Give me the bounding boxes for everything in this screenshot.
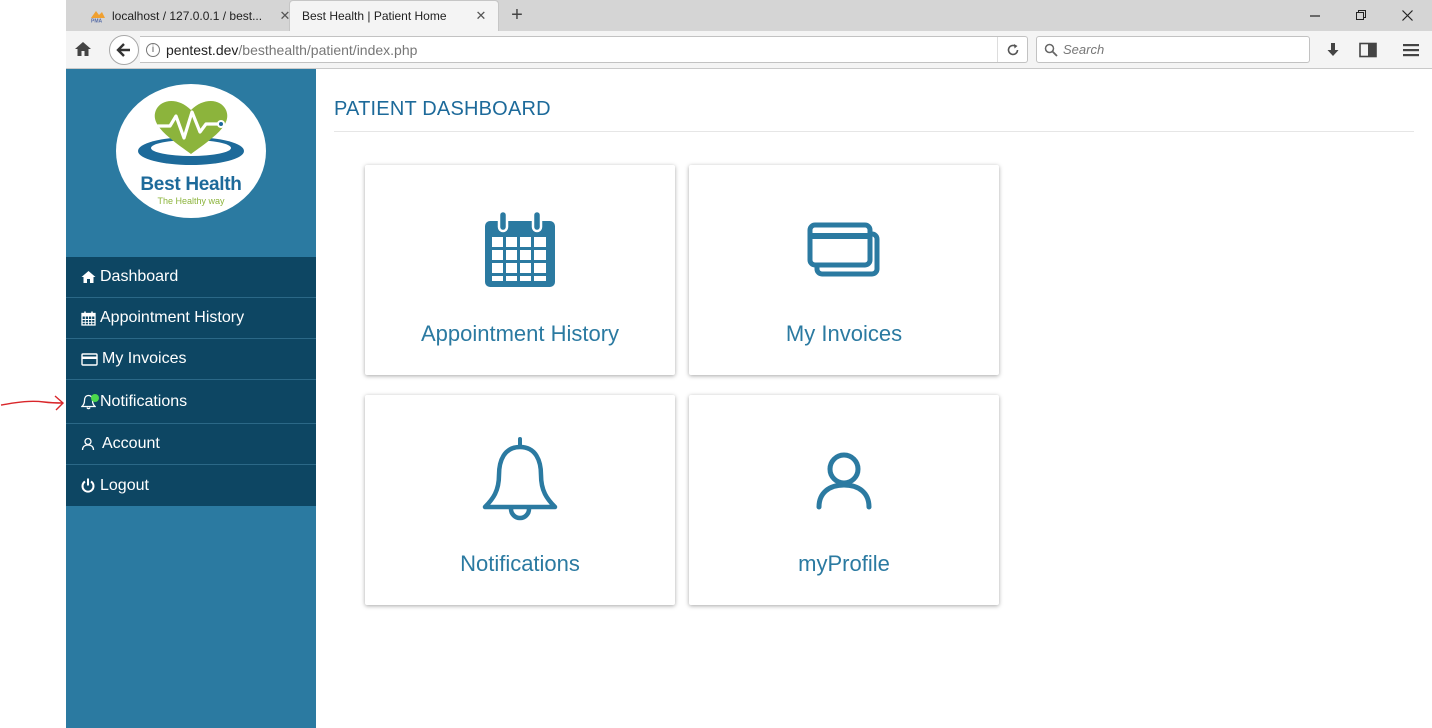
credit-card-icon <box>804 205 884 295</box>
close-icon[interactable]: ✕ <box>472 7 490 25</box>
downloads-icon[interactable] <box>1323 40 1343 60</box>
red-arrow-annotation <box>0 393 66 413</box>
search-bar[interactable] <box>1036 36 1310 63</box>
sidebar-item-label: Notifications <box>100 392 188 410</box>
heart-logo-icon <box>138 100 244 165</box>
screen: PMA localhost / 127.0.0.1 / best... ✕ Be… <box>0 0 1432 728</box>
reload-icon <box>1007 43 1018 55</box>
sidebar-item-label: My Invoices <box>102 350 187 367</box>
browser-tab-bar: PMA localhost / 127.0.0.1 / best... ✕ Be… <box>66 0 1432 31</box>
back-button[interactable] <box>109 35 139 65</box>
sidebar-item-logout[interactable]: Logout <box>66 465 316 506</box>
home-icon[interactable] <box>74 40 94 60</box>
tab-title: Best Health | Patient Home <box>302 9 447 23</box>
home-icon <box>80 269 96 285</box>
card-label: Appointment History <box>420 321 620 346</box>
reload-button[interactable] <box>997 37 1027 62</box>
card-label: Notifications <box>460 551 580 576</box>
phpmyadmin-icon: PMA <box>90 8 106 24</box>
sidebar-item-notifications[interactable]: Notifications <box>66 380 316 424</box>
user-icon <box>80 436 96 452</box>
tab-patient-home[interactable]: Best Health | Patient Home ✕ <box>289 0 499 31</box>
sidebar-item-appointment-history[interactable]: Appointment History <box>66 298 316 339</box>
page-title: PATIENT DASHBOARD <box>334 98 551 120</box>
bell-icon <box>480 435 560 525</box>
sidebar-item-my-invoices[interactable]: My Invoices <box>66 339 316 380</box>
close-window-button[interactable] <box>1384 0 1430 31</box>
browser-nav-bar: i pentest.dev/besthealth/patient/index.p… <box>66 31 1432 69</box>
new-tab-button[interactable]: + <box>506 5 528 27</box>
logo-tagline: The Healthy way <box>157 196 225 206</box>
url-host: pentest.dev <box>166 42 239 58</box>
minimize-button[interactable] <box>1292 0 1338 31</box>
card-label: My Invoices <box>785 321 903 346</box>
card-notifications[interactable]: Notifications <box>365 395 675 605</box>
calendar-icon <box>480 205 560 295</box>
url-text[interactable]: pentest.dev/besthealth/patient/index.php <box>166 42 417 58</box>
search-input[interactable] <box>1063 37 1303 62</box>
sidebar-item-label: Account <box>102 435 160 452</box>
user-icon <box>804 435 884 525</box>
hamburger-menu-icon[interactable] <box>1401 40 1421 60</box>
sidebar-toggle-icon[interactable] <box>1358 40 1378 60</box>
card-my-profile[interactable]: myProfile <box>689 395 999 605</box>
calendar-icon <box>80 310 96 326</box>
sidebar-item-account[interactable]: Account <box>66 424 316 465</box>
restore-button[interactable] <box>1338 0 1384 31</box>
sidebar: Best Health The Healthy way Dashboard Ap… <box>66 69 316 728</box>
tab-title: localhost / 127.0.0.1 / best... <box>112 8 263 23</box>
arrow-left-icon <box>116 43 130 57</box>
sidebar-item-label: Dashboard <box>100 268 179 285</box>
best-health-logo[interactable]: Best Health The Healthy way <box>116 84 266 218</box>
sidebar-item-label: Appointment History <box>100 309 245 326</box>
info-icon[interactable]: i <box>146 43 160 57</box>
card-my-invoices[interactable]: My Invoices <box>689 165 999 375</box>
tab-phpmyadmin[interactable]: PMA localhost / 127.0.0.1 / best... ✕ <box>84 0 302 31</box>
sidebar-menu: Dashboard Appointment History My Invoice… <box>66 257 316 506</box>
title-divider <box>334 131 1414 132</box>
url-bar[interactable]: i pentest.dev/besthealth/patient/index.p… <box>140 36 1028 63</box>
sidebar-item-dashboard[interactable]: Dashboard <box>66 257 316 298</box>
power-icon <box>80 478 96 494</box>
url-path: /besthealth/patient/index.php <box>238 42 418 58</box>
logo-title: Best Health <box>140 174 242 195</box>
search-icon <box>1044 43 1058 57</box>
card-appointment-history[interactable]: Appointment History <box>365 165 675 375</box>
card-label: myProfile <box>798 551 890 576</box>
sidebar-item-label: Logout <box>100 476 149 494</box>
svg-text:PMA: PMA <box>91 18 103 23</box>
credit-card-icon <box>80 351 98 367</box>
notification-dot <box>91 394 99 402</box>
